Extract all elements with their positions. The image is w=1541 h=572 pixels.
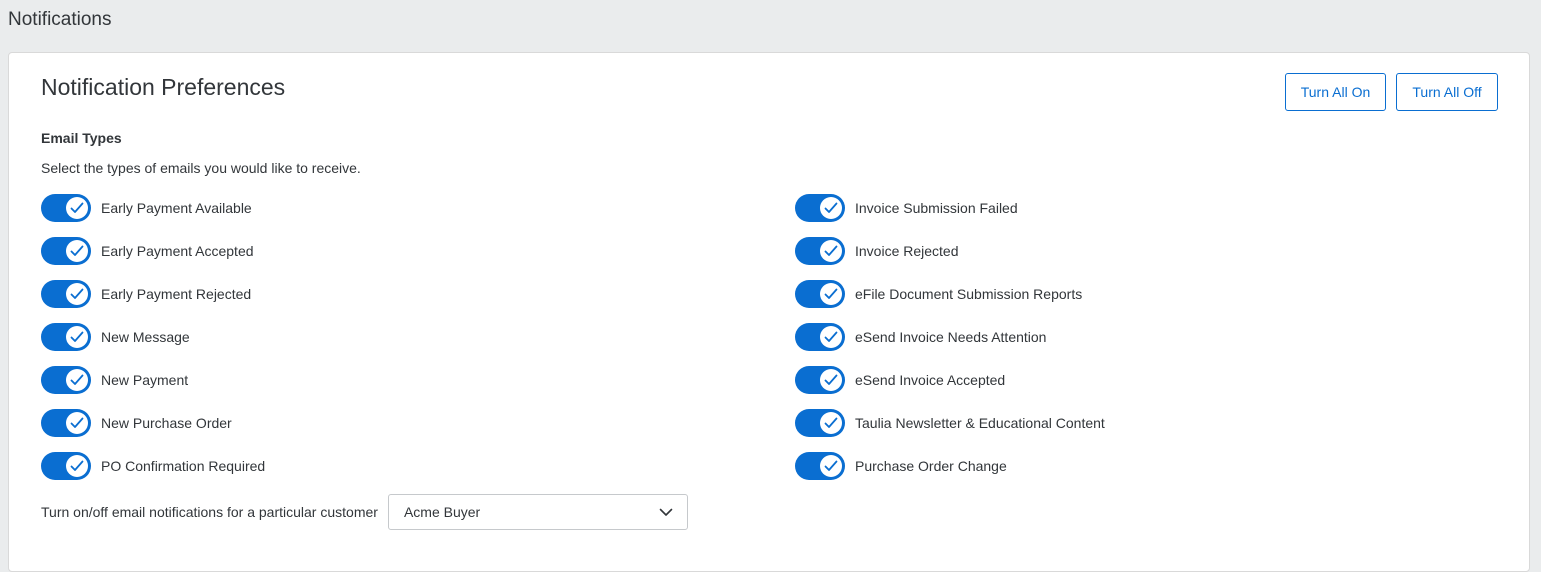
check-icon	[824, 374, 838, 386]
email-types-left-column: Early Payment Available Early Payment Acc…	[41, 194, 265, 495]
toggle-switch[interactable]	[41, 323, 91, 351]
toggle-label: Early Payment Accepted	[101, 243, 254, 259]
toggle-label: New Payment	[101, 372, 189, 388]
toggle-knob	[820, 283, 842, 305]
toggle-switch[interactable]	[41, 452, 91, 480]
check-icon	[70, 331, 84, 343]
customer-select-value: Acme Buyer	[403, 504, 481, 520]
customer-filter-row: Turn on/off email notifications for a pa…	[41, 494, 688, 530]
toggle-row-early-payment-available[interactable]: Early Payment Available	[41, 194, 265, 222]
toggle-knob	[820, 455, 842, 477]
page-title: Notifications	[8, 9, 112, 30]
toggle-switch[interactable]	[795, 194, 845, 222]
toggle-switch[interactable]	[41, 237, 91, 265]
toggle-row-new-message[interactable]: New Message	[41, 323, 265, 351]
toggle-label: New Purchase Order	[101, 415, 232, 431]
toggle-row-new-purchase-order[interactable]: New Purchase Order	[41, 409, 265, 437]
toggle-row-invoice-rejected[interactable]: Invoice Rejected	[795, 237, 1105, 265]
check-icon	[824, 417, 838, 429]
toggle-row-po-confirmation-required[interactable]: PO Confirmation Required	[41, 452, 265, 480]
email-types-heading: Email Types	[41, 130, 122, 146]
check-icon	[824, 288, 838, 300]
toggle-knob	[66, 412, 88, 434]
toggle-row-early-payment-rejected[interactable]: Early Payment Rejected	[41, 280, 265, 308]
toggle-row-new-payment[interactable]: New Payment	[41, 366, 265, 394]
toggle-switch[interactable]	[795, 323, 845, 351]
check-icon	[70, 460, 84, 472]
toggle-switch[interactable]	[795, 366, 845, 394]
toggle-knob	[66, 240, 88, 262]
toggle-label: Invoice Rejected	[855, 243, 959, 259]
toggle-knob	[66, 455, 88, 477]
toggle-row-purchase-order-change[interactable]: Purchase Order Change	[795, 452, 1105, 480]
toggle-label: New Message	[101, 329, 190, 345]
turn-all-on-button[interactable]: Turn All On	[1285, 73, 1386, 111]
customer-filter-label: Turn on/off email notifications for a pa…	[41, 504, 378, 520]
toggle-switch[interactable]	[795, 280, 845, 308]
toggle-knob	[820, 369, 842, 391]
toggle-switch[interactable]	[41, 409, 91, 437]
toggle-row-taulia-newsletter-and-educational-content[interactable]: Taulia Newsletter & Educational Content	[795, 409, 1105, 437]
email-types-description: Select the types of emails you would lik…	[41, 160, 361, 176]
toggle-switch[interactable]	[795, 237, 845, 265]
toggle-label: eSend Invoice Needs Attention	[855, 329, 1047, 345]
toggle-knob	[66, 369, 88, 391]
toggle-label: Purchase Order Change	[855, 458, 1007, 474]
toggle-knob	[66, 283, 88, 305]
toggle-knob	[66, 197, 88, 219]
toggle-switch[interactable]	[795, 409, 845, 437]
check-icon	[824, 202, 838, 214]
check-icon	[70, 288, 84, 300]
chevron-down-icon	[659, 508, 673, 517]
toggle-label: Early Payment Available	[101, 200, 252, 216]
toggle-row-esend-invoice-needs-attention[interactable]: eSend Invoice Needs Attention	[795, 323, 1105, 351]
turn-all-off-button[interactable]: Turn All Off	[1396, 73, 1498, 111]
toggle-label: eSend Invoice Accepted	[855, 372, 1006, 388]
toggle-row-invoice-submission-failed[interactable]: Invoice Submission Failed	[795, 194, 1105, 222]
toggle-knob	[820, 197, 842, 219]
toggle-row-early-payment-accepted[interactable]: Early Payment Accepted	[41, 237, 265, 265]
check-icon	[70, 417, 84, 429]
email-types-right-column: Invoice Submission Failed Invoice Rejecte…	[795, 194, 1105, 495]
check-icon	[70, 202, 84, 214]
toggle-label: PO Confirmation Required	[101, 458, 266, 474]
toggle-label: Taulia Newsletter & Educational Content	[855, 415, 1105, 431]
toggle-knob	[820, 326, 842, 348]
toggle-switch[interactable]	[41, 280, 91, 308]
toggle-switch[interactable]	[795, 452, 845, 480]
toggle-label: Invoice Submission Failed	[855, 200, 1018, 216]
toggle-switch[interactable]	[41, 366, 91, 394]
card-title: Notification Preferences	[41, 74, 286, 100]
check-icon	[70, 245, 84, 257]
check-icon	[70, 374, 84, 386]
check-icon	[824, 460, 838, 472]
toggle-row-esend-invoice-accepted[interactable]: eSend Invoice Accepted	[795, 366, 1105, 394]
toggle-row-efile-document-submission-reports[interactable]: eFile Document Submission Reports	[795, 280, 1105, 308]
customer-select[interactable]: Acme Buyer	[387, 494, 688, 530]
toggle-knob	[66, 326, 88, 348]
toggle-label: Early Payment Rejected	[101, 286, 252, 302]
toggle-label: eFile Document Submission Reports	[855, 286, 1083, 302]
toggle-knob	[820, 412, 842, 434]
notification-preferences-card: Notification Preferences Turn All On Tur…	[8, 52, 1530, 572]
check-icon	[824, 331, 838, 343]
toggle-knob	[820, 240, 842, 262]
check-icon	[824, 245, 838, 257]
toggle-switch[interactable]	[41, 194, 91, 222]
